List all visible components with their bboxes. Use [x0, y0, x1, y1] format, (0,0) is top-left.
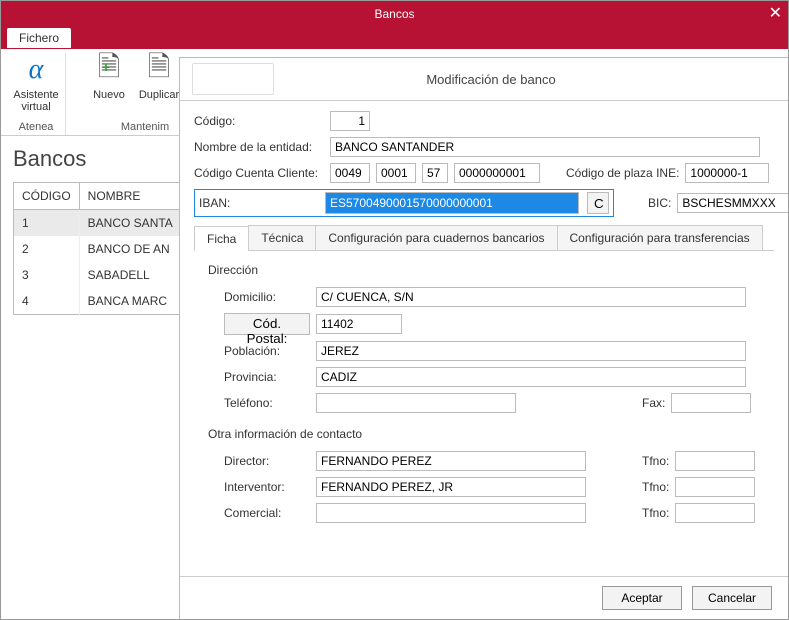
cpostal-button[interactable]: Cód. Postal: [224, 313, 310, 335]
label-fax: Fax: [642, 396, 665, 410]
tab-ficha[interactable]: Ficha [194, 226, 249, 251]
label-iban: IBAN: [199, 196, 317, 210]
label-tfno-3: Tfno: [642, 506, 669, 520]
otra-heading: Otra información de contacto [208, 427, 766, 441]
comercial-tfno-field[interactable] [675, 503, 755, 523]
cancel-button[interactable]: Cancelar [692, 586, 772, 610]
label-tfno-2: Tfno: [642, 480, 669, 494]
duplicate-icon: 🗎 [142, 53, 176, 87]
ccc2-field[interactable] [376, 163, 416, 183]
director-tfno-field[interactable] [675, 451, 755, 471]
ccc3-field[interactable] [422, 163, 448, 183]
fax-field[interactable] [671, 393, 751, 413]
duplicate-label: Duplicar [139, 89, 179, 101]
file-tab[interactable]: Fichero [7, 28, 71, 48]
domicilio-field[interactable] [316, 287, 746, 307]
director-field[interactable] [316, 451, 586, 471]
duplicate-button[interactable]: 🗎 Duplicar [138, 53, 180, 101]
iban-group: IBAN: C [194, 189, 614, 217]
nombre-field[interactable] [330, 137, 760, 157]
provincia-field[interactable] [316, 367, 746, 387]
col-nombre[interactable]: NOMBRE [79, 183, 181, 210]
label-nombre: Nombre de la entidad: [194, 140, 324, 154]
label-codigo: Código: [194, 114, 324, 128]
close-icon[interactable]: ✕ [769, 3, 782, 23]
label-director: Director: [224, 454, 310, 468]
titlebar: Bancos ✕ [1, 1, 788, 27]
tab-transferencias[interactable]: Configuración para transferencias [557, 225, 763, 250]
col-codigo[interactable]: CÓDIGO [14, 183, 80, 210]
table-row[interactable]: 2BANCO DE AN [14, 236, 182, 262]
comercial-field[interactable] [316, 503, 586, 523]
dialog-footer: Aceptar Cancelar [180, 576, 788, 619]
cpostal-field[interactable] [316, 314, 402, 334]
banks-table: CÓDIGO NOMBRE 1BANCO SANTA 2BANCO DE AN … [13, 182, 182, 315]
label-poblacion: Población: [224, 344, 310, 358]
ribbon-group-atenea: α Asistente virtual Atenea [7, 53, 66, 135]
bank-dialog: Modificación de banco Código: Nombre de … [179, 57, 788, 619]
tab-cuadernos[interactable]: Configuración para cuadernos bancarios [315, 225, 557, 250]
window-title: Bancos [374, 7, 414, 21]
ccc1-field[interactable] [330, 163, 370, 183]
label-tfno-1: Tfno: [642, 454, 669, 468]
left-panel: Bancos CÓDIGO NOMBRE 1BANCO SANTA 2BANCO… [1, 136, 176, 620]
app-window: Bancos ✕ Fichero α Asistente virtual Ate… [0, 0, 789, 620]
dialog-toolbar-icon[interactable] [192, 63, 274, 95]
ficha-section: Dirección Domicilio: Cód. Postal: Poblac… [194, 251, 774, 537]
interventor-field[interactable] [316, 477, 586, 497]
label-provincia: Provincia: [224, 370, 310, 384]
label-telefono: Teléfono: [224, 396, 310, 410]
assistant-button[interactable]: α Asistente virtual [15, 53, 57, 113]
bic-field[interactable] [677, 193, 789, 213]
alpha-icon: α [19, 53, 53, 87]
tab-tecnica[interactable]: Técnica [248, 225, 316, 250]
dialog-toolbar: Modificación de banco [180, 58, 788, 101]
label-ccc: Código Cuenta Cliente: [194, 166, 324, 180]
accept-button[interactable]: Aceptar [602, 586, 682, 610]
dialog-title: Modificación de banco [274, 72, 788, 87]
iban-calc-button[interactable]: C [587, 192, 609, 214]
label-interventor: Interventor: [224, 480, 310, 494]
plaza-field[interactable] [685, 163, 769, 183]
table-row[interactable]: 1BANCO SANTA [14, 210, 182, 237]
label-bic: BIC: [648, 196, 671, 210]
new-button[interactable]: 🗎+ Nuevo [88, 53, 130, 101]
page-title: Bancos [13, 146, 170, 172]
iban-field[interactable] [325, 192, 579, 214]
ribbon-group-label-1: Atenea [19, 121, 54, 135]
dialog-tabs: Ficha Técnica Configuración para cuadern… [194, 225, 774, 251]
ribbon-group-label-2: Mantenim [121, 121, 169, 135]
label-plaza: Código de plaza INE: [566, 166, 679, 180]
form-top: Código: Nombre de la entidad: Código Cue… [180, 101, 788, 537]
table-row[interactable]: 3SABADELL [14, 262, 182, 288]
table-row[interactable]: 4BANCA MARC [14, 288, 182, 315]
label-comercial: Comercial: [224, 506, 310, 520]
ccc4-field[interactable] [454, 163, 540, 183]
telefono-field[interactable] [316, 393, 516, 413]
direccion-heading: Dirección [208, 263, 766, 277]
interventor-tfno-field[interactable] [675, 477, 755, 497]
new-doc-icon: 🗎+ [92, 53, 126, 87]
label-domicilio: Domicilio: [224, 290, 310, 304]
table-header-row: CÓDIGO NOMBRE [14, 183, 182, 210]
codigo-field[interactable] [330, 111, 370, 131]
assistant-label: Asistente virtual [13, 89, 58, 113]
poblacion-field[interactable] [316, 341, 746, 361]
